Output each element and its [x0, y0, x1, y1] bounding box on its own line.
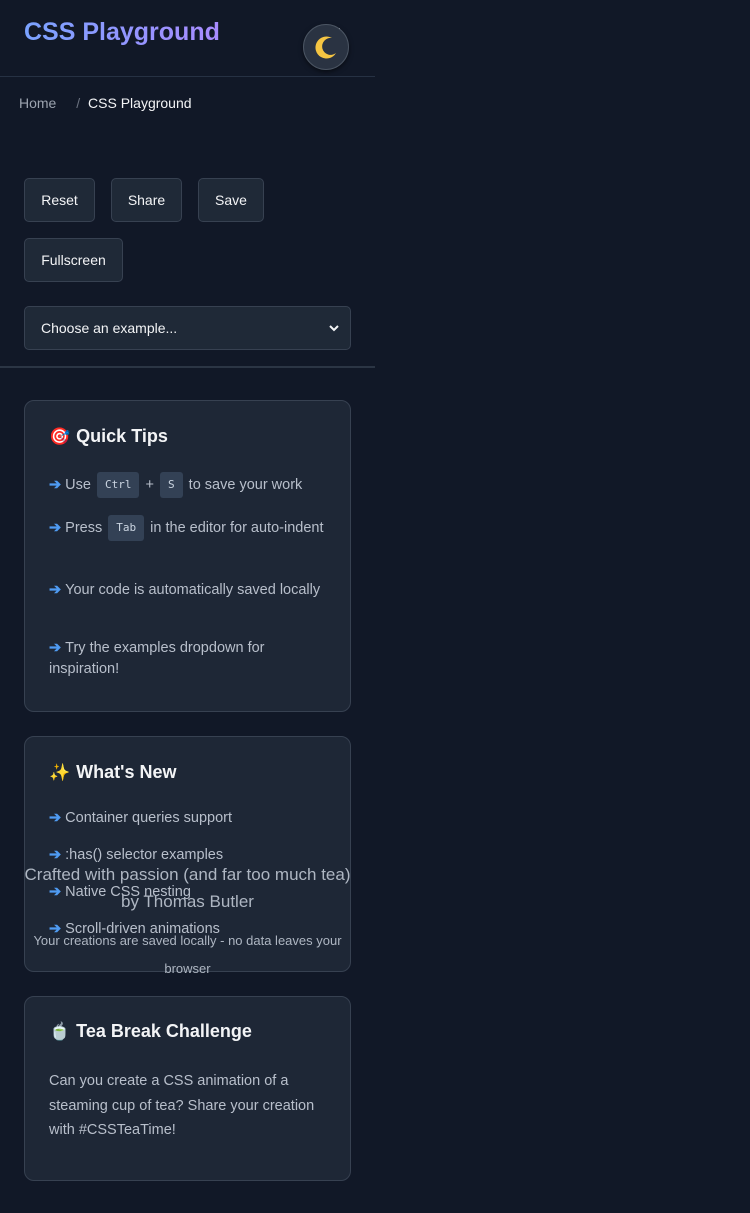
kbd-s: S	[160, 472, 183, 498]
examples-select[interactable]: Choose an example...	[24, 306, 351, 350]
fullscreen-button[interactable]: Fullscreen	[24, 238, 123, 282]
tip-save: ➔ Use Ctrl + S to save your work	[49, 472, 326, 498]
tip-text: Use	[65, 476, 91, 493]
footer-privacy-note: Your creations are saved locally - no da…	[33, 933, 342, 976]
arrow-icon: ➔	[49, 476, 62, 493]
tip-text: in the editor for auto-indent	[150, 520, 324, 536]
save-button[interactable]: Save	[198, 178, 264, 222]
breadcrumb-current: CSS Playground	[88, 95, 192, 111]
examples-select-value: Choose an example...	[41, 320, 178, 336]
arrow-icon: ➔	[49, 847, 62, 863]
app-title[interactable]: CSS Playground	[24, 18, 220, 47]
chevron-down-icon	[329, 325, 339, 332]
arrow-icon: ➔	[49, 810, 62, 826]
list-item: ➔:has() selector examples	[49, 845, 326, 866]
section-divider	[0, 366, 375, 368]
theme-toggle-button[interactable]	[303, 24, 349, 70]
reset-button[interactable]: Reset	[24, 178, 95, 222]
news-item-text: :has() selector examples	[65, 847, 224, 863]
arrow-icon: ➔	[49, 520, 62, 536]
list-item: ➔ Container queries support	[49, 808, 326, 829]
quick-tips-title: Quick Tips	[76, 426, 168, 446]
share-button[interactable]: Share	[111, 178, 182, 222]
breadcrumb-separator: /	[76, 95, 81, 111]
footer-credit: Crafted with passion (and far too much t…	[24, 865, 351, 884]
quick-tips-heading: 🎯 Quick Tips	[49, 426, 168, 447]
tip-indent: ➔ Press Tab in the editor for auto-indent	[49, 515, 326, 542]
whats-new-heading: ✨ What's New	[49, 762, 176, 783]
tip-examples: ➔ Try the examples dropdown for inspirati…	[49, 638, 326, 680]
tip-text: Your code is automatically saved locally	[65, 582, 321, 598]
target-icon: 🎯	[49, 426, 71, 446]
arrow-icon: ➔	[49, 640, 62, 656]
top-bar: CSS Playground	[0, 0, 375, 77]
kbd-plus: +	[145, 476, 154, 493]
tip-text: Press	[65, 520, 103, 536]
tea-challenge-heading: 🍵 Tea Break Challenge	[49, 1021, 252, 1042]
news-item-text: Container queries support	[65, 810, 233, 826]
quick-tips-card: 🎯 Quick Tips ➔ Use Ctrl + S to save your …	[24, 400, 351, 712]
tea-challenge-card: 🍵 Tea Break Challenge Can you create a C…	[24, 996, 351, 1181]
breadcrumb: Home / CSS Playground	[19, 95, 192, 111]
tip-text: Try the examples dropdown for inspiratio…	[49, 640, 265, 677]
breadcrumb-home-link[interactable]: Home	[19, 95, 56, 111]
moon-icon	[315, 36, 336, 59]
tea-icon: 🍵	[49, 1021, 71, 1041]
footer-author: by Thomas Butler	[121, 892, 254, 911]
tip-text: to save your work	[188, 476, 303, 493]
kbd-tab: Tab	[108, 515, 145, 542]
arrow-icon: ➔	[49, 582, 62, 598]
tea-challenge-text: Can you create a CSS animation of a stea…	[49, 1073, 315, 1138]
tea-challenge-title: Tea Break Challenge	[76, 1021, 252, 1041]
whats-new-title: What's New	[76, 762, 177, 782]
sparkles-icon: ✨	[49, 762, 71, 782]
kbd-ctrl: Ctrl	[96, 472, 140, 498]
tip-autosave: ➔ Your code is automatically saved locall…	[49, 580, 326, 601]
